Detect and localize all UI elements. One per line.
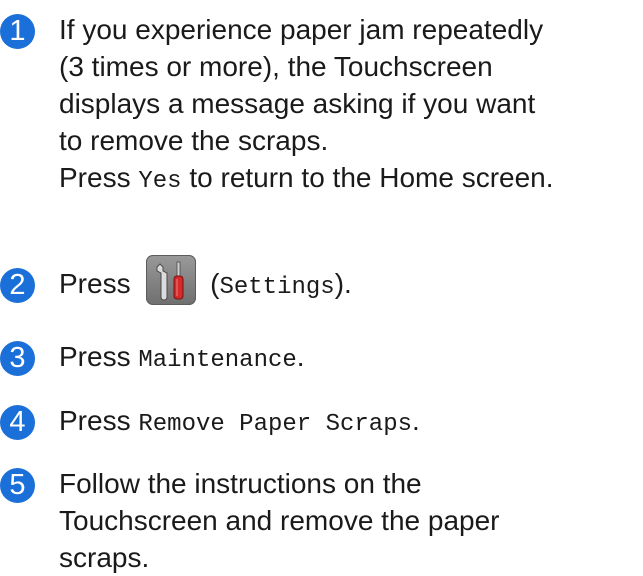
step-1-return-text: to return to the Home screen. xyxy=(181,162,554,193)
step-2-paren-open: ( xyxy=(202,268,220,299)
step-1-text: If you experience paper jam repeatedly (… xyxy=(59,11,643,200)
step-number-badge: 1 xyxy=(0,14,35,49)
maintenance-label: Maintenance xyxy=(138,347,297,374)
step-1-press-text: Press xyxy=(59,162,139,193)
step-4-press-text: Press xyxy=(59,405,139,436)
step-number-badge: 5 xyxy=(0,468,35,503)
step-2-press-text: Press xyxy=(59,268,139,299)
step-5-line-1: Follow the instructions on the xyxy=(59,468,422,499)
step-3-press-text: Press xyxy=(59,341,139,372)
step-5-line-3: scraps. xyxy=(59,542,150,573)
step-1-line-4: to remove the scraps. xyxy=(59,125,329,156)
step-1-line-1: If you experience paper jam repeatedly xyxy=(59,14,544,45)
step-4-period: . xyxy=(412,405,420,436)
step-1-line-3: displays a message asking if you want xyxy=(59,88,536,119)
step-number-badge: 2 xyxy=(0,268,35,303)
remove-paper-scraps-label: Remove Paper Scraps xyxy=(138,411,413,438)
step-1-line-5: Press Yes to return to the Home screen. xyxy=(59,159,643,200)
settings-icon xyxy=(146,254,197,305)
step-4-text: Press Remove Paper Scraps. xyxy=(59,402,643,443)
step-number-badge: 4 xyxy=(0,405,35,440)
step-number-badge: 3 xyxy=(0,341,35,376)
step-5-line-2: Touchscreen and remove the paper xyxy=(59,505,500,536)
step-5-text: Follow the instructions on the Touchscre… xyxy=(59,465,643,576)
settings-label: Settings xyxy=(219,274,335,301)
settings-icon-graphic xyxy=(156,261,184,301)
step-2-text: Press (Settings). xyxy=(59,254,643,306)
step-3-text: Press Maintenance. xyxy=(59,338,643,379)
yes-button-label: Yes xyxy=(138,168,182,195)
step-2-paren-close: ). xyxy=(334,268,352,299)
step-3-period: . xyxy=(296,341,305,372)
step-1-line-2: (3 times or more), the Touchscreen xyxy=(59,51,493,82)
